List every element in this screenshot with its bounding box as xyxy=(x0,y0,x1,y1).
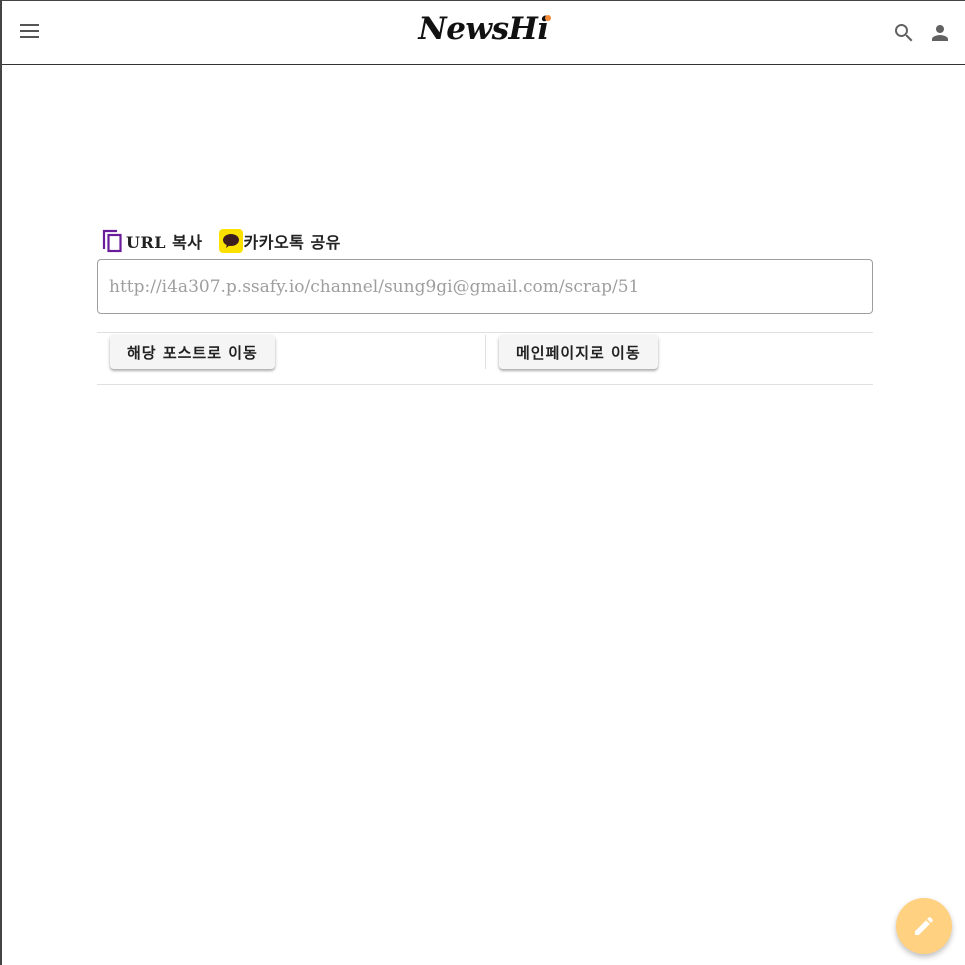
go-to-post-button[interactable]: 해당 포스트로 이동 xyxy=(110,335,275,369)
logo[interactable]: NewsHi xyxy=(2,11,965,47)
share-row: URL 복사 카카오톡 공유 xyxy=(101,227,341,255)
share-url-input[interactable] xyxy=(98,260,872,313)
kakao-talk-icon xyxy=(218,229,243,253)
logo-tail: i xyxy=(537,11,551,47)
pencil-icon xyxy=(915,916,934,935)
search-icon[interactable] xyxy=(892,21,916,45)
copy-url-label: URL 복사 xyxy=(126,233,203,252)
kakao-share-label: 카카오톡 공유 xyxy=(243,233,341,252)
logo-text: NewsH xyxy=(418,11,538,47)
account-icon[interactable] xyxy=(928,21,952,45)
app-bar: NewsHi xyxy=(2,1,965,65)
copy-icon xyxy=(102,229,122,253)
action-bar: 해당 포스트로 이동 메인페이지로 이동 xyxy=(97,332,873,385)
share-url-field[interactable] xyxy=(97,259,873,314)
app-frame xyxy=(0,0,965,965)
write-fab[interactable] xyxy=(896,898,952,954)
go-to-main-button[interactable]: 메인페이지로 이동 xyxy=(499,335,658,369)
action-divider xyxy=(485,335,486,369)
kakao-share-button[interactable]: 카카오톡 공유 xyxy=(203,229,341,253)
copy-url-button[interactable]: URL 복사 xyxy=(101,228,203,254)
